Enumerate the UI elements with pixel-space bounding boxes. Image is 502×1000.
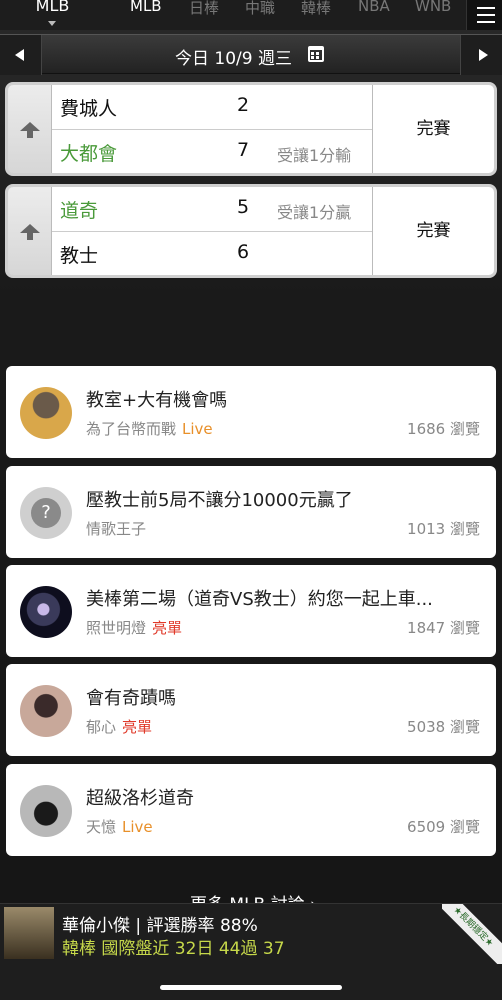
league-tab-bar: MLB MLB 日棒 中職 韓棒 NBA WNB	[0, 0, 502, 30]
date-bar: 今日 10/9 週三	[0, 34, 502, 75]
game-status: 完賽	[372, 187, 494, 275]
team-score: 5	[237, 196, 250, 218]
tab-kbo[interactable]: 韓棒	[301, 0, 331, 18]
team-row-home: 大都會 7 受讓1分輸	[52, 130, 372, 173]
avatar	[20, 387, 72, 439]
post-title: 教室+大有機會嗎	[86, 390, 228, 411]
avatar	[4, 907, 54, 959]
avatar: ?	[20, 487, 72, 539]
arrow-up-icon	[20, 122, 40, 138]
date-label[interactable]: 今日 10/9 週三	[175, 44, 292, 69]
avatar	[20, 785, 72, 837]
banner-title: 華倫小傑 | 評選勝率 88%	[62, 916, 258, 936]
tab-mlb[interactable]: MLB	[130, 0, 162, 15]
chevron-down-icon	[48, 21, 56, 26]
post-author: 郁心 亮單	[86, 718, 153, 736]
list-item[interactable]: 美棒第二場（道奇VS教士）約您一起上車... 照世明燈 亮單 1847 瀏覽	[6, 565, 496, 657]
spread-result: 受讓1分贏	[277, 203, 352, 222]
team-score: 2	[237, 94, 250, 116]
status-badge: 亮單	[152, 619, 183, 637]
status-badge: Live	[122, 818, 153, 836]
home-indicator	[160, 985, 342, 990]
league-dropdown[interactable]: MLB	[0, 0, 105, 30]
status-badge: 亮單	[122, 718, 153, 736]
game-card[interactable]: 費城人 2 大都會 7 受讓1分輸 完賽	[5, 82, 497, 176]
banner-stat: 韓棒 國際盤近 32日 44過 37	[62, 939, 285, 959]
post-author: 情歌王子	[86, 520, 147, 538]
expand-button[interactable]	[8, 85, 52, 173]
view-count: 6509 瀏覽	[407, 818, 480, 836]
list-item[interactable]: 教室+大有機會嗎 為了台幣而戰 Live 1686 瀏覽	[6, 366, 496, 458]
corner-badge: ★長期穩定★	[442, 904, 502, 964]
team-score: 6	[237, 241, 250, 263]
team-row-away: 費城人 2	[52, 85, 372, 130]
post-title: 超級洛杉道奇	[86, 788, 194, 809]
list-item[interactable]: ? 壓教士前5局不讓分10000元贏了 情歌王子 1013 瀏覽	[6, 466, 496, 558]
post-author: 天憶 Live	[86, 818, 153, 836]
avatar	[20, 586, 72, 638]
expand-button[interactable]	[8, 187, 52, 275]
view-count: 5038 瀏覽	[407, 718, 480, 736]
post-title: 會有奇蹟嗎	[86, 688, 176, 709]
view-count: 1686 瀏覽	[407, 420, 480, 438]
view-count: 1847 瀏覽	[407, 619, 480, 637]
post-author: 為了台幣而戰 Live	[86, 420, 213, 438]
game-card[interactable]: 道奇 5 受讓1分贏 教士 6 完賽	[5, 184, 497, 278]
tab-npb[interactable]: 日棒	[189, 0, 219, 18]
arrow-right-icon	[479, 49, 488, 61]
list-item[interactable]: 超級洛杉道奇 天憶 Live 6509 瀏覽	[6, 764, 496, 856]
view-count: 1013 瀏覽	[407, 520, 480, 538]
menu-icon[interactable]	[466, 0, 502, 30]
corner-badge-label: ★長期穩定★	[442, 904, 502, 964]
team-row-home: 教士 6	[52, 232, 372, 275]
tab-wnba[interactable]: WNB	[415, 0, 451, 15]
game-status: 完賽	[372, 85, 494, 173]
team-row-away: 道奇 5 受讓1分贏	[52, 187, 372, 232]
next-date-button[interactable]	[460, 35, 502, 75]
calendar-icon[interactable]	[308, 46, 324, 62]
team-name: 大都會	[60, 143, 118, 165]
tab-nba[interactable]: NBA	[358, 0, 390, 15]
post-title: 美棒第二場（道奇VS教士）約您一起上車...	[86, 589, 433, 610]
post-title: 壓教士前5局不讓分10000元贏了	[86, 490, 353, 511]
avatar	[20, 685, 72, 737]
team-name: 費城人	[60, 98, 118, 120]
arrow-left-icon	[15, 49, 24, 61]
status-badge: Live	[182, 420, 213, 438]
spread-result: 受讓1分輸	[277, 146, 352, 165]
list-item[interactable]: 會有奇蹟嗎 郁心 亮單 5038 瀏覽	[6, 664, 496, 756]
post-author: 照世明燈 亮單	[86, 619, 183, 637]
team-score: 7	[237, 139, 250, 161]
arrow-up-icon	[20, 224, 40, 240]
league-dropdown-label: MLB	[35, 0, 70, 15]
prev-date-button[interactable]	[0, 35, 42, 75]
tab-cpbl[interactable]: 中職	[245, 0, 275, 18]
team-name: 道奇	[60, 200, 99, 222]
team-name: 教士	[60, 245, 99, 267]
